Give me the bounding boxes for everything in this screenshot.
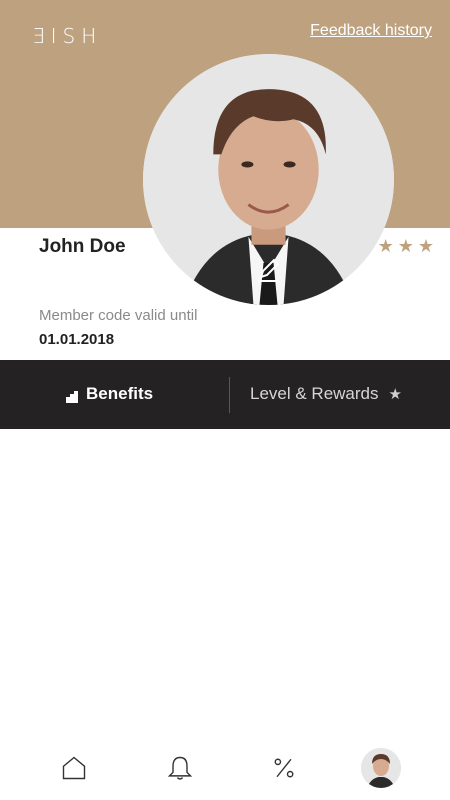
profile-avatar[interactable] xyxy=(361,748,401,788)
benefits-icon xyxy=(66,388,78,403)
brand-logo: ƎISH xyxy=(32,24,103,48)
tab-bar: Benefits Level & Rewards ★ xyxy=(0,360,450,429)
home-icon[interactable] xyxy=(58,752,90,784)
bottom-navigation xyxy=(0,736,450,800)
star-icon: ★ xyxy=(388,386,402,403)
user-name: John Doe xyxy=(39,236,126,257)
percent-icon[interactable] xyxy=(268,752,300,784)
tab-benefits-label: Benefits xyxy=(86,384,154,403)
member-code-date: 01.01.2018 xyxy=(39,331,115,348)
member-code-label: Member code valid until xyxy=(39,307,198,324)
feedback-history-link[interactable]: Feedback history xyxy=(310,22,432,40)
edit-icon[interactable] xyxy=(252,255,284,287)
bell-icon[interactable] xyxy=(164,752,196,784)
tab-divider xyxy=(229,377,230,413)
tab-level-rewards[interactable]: Level & Rewards xyxy=(250,384,379,404)
level-stars: ★★★ xyxy=(377,236,438,256)
tab-benefits[interactable]: Benefits xyxy=(66,384,153,404)
